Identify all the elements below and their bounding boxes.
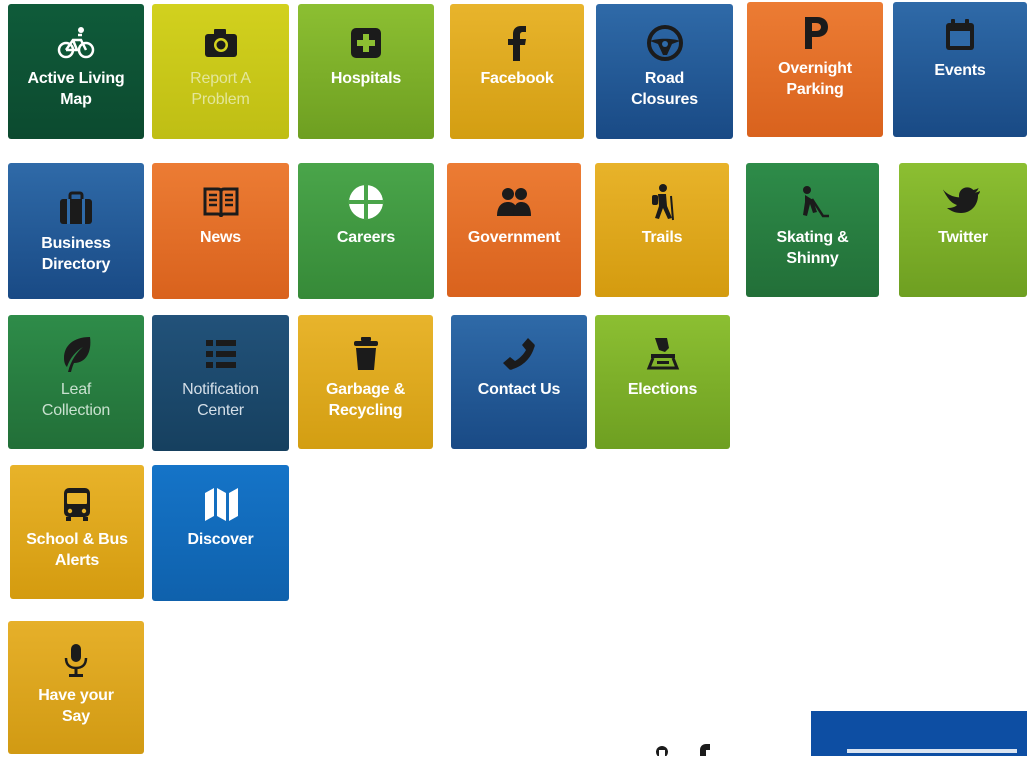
- tile-have-your-say[interactable]: Have your Say: [8, 621, 144, 754]
- tile-news[interactable]: News: [152, 163, 289, 299]
- garbage-can-icon: [343, 333, 389, 375]
- facebook-icon: [494, 22, 540, 64]
- tile-label: Notification Center: [182, 381, 259, 419]
- tile-garbage-recycling[interactable]: Garbage & Recycling: [298, 315, 433, 449]
- tile-label: Active Living Map: [27, 70, 125, 108]
- tile-leaf-collection[interactable]: Leaf Collection: [8, 315, 144, 449]
- tile-label: School & Bus Alerts: [26, 531, 128, 569]
- tile-events[interactable]: Events: [893, 2, 1027, 137]
- tile-elections[interactable]: Elections: [595, 315, 730, 449]
- tile-discover[interactable]: Discover: [152, 465, 289, 601]
- tile-twitter[interactable]: Twitter: [899, 163, 1027, 297]
- newspaper-icon: [198, 181, 244, 223]
- tile-trails[interactable]: Trails: [595, 163, 729, 297]
- footer-logo-block: [811, 711, 1027, 756]
- steering-wheel-icon: [642, 22, 688, 64]
- tile-label: Skating & Shinny: [776, 229, 849, 267]
- tile-school-bus-alerts[interactable]: School & Bus Alerts: [10, 465, 144, 599]
- map-icon: [198, 483, 244, 525]
- target-icon: [343, 181, 389, 223]
- briefcase-icon: [53, 187, 99, 229]
- calendar-icon: [937, 14, 983, 56]
- twitter-bird-icon: [940, 181, 986, 223]
- list-icon: [198, 333, 244, 375]
- tile-hospitals[interactable]: Hospitals: [298, 4, 434, 139]
- tile-label: Garbage & Recycling: [325, 381, 406, 419]
- tile-skating-shinny[interactable]: Skating & Shinny: [746, 163, 879, 297]
- tile-label: Overnight Parking: [778, 60, 852, 98]
- tile-label: Twitter: [938, 229, 988, 246]
- tile-label: Report A Problem: [190, 70, 251, 108]
- tile-contact-us[interactable]: Contact Us: [451, 315, 587, 449]
- tile-label: Discover: [187, 531, 254, 548]
- ballot-box-icon: [640, 333, 686, 375]
- tile-business-directory[interactable]: Business Directory: [8, 163, 144, 299]
- tile-label: Events: [934, 62, 986, 79]
- tile-label: Hospitals: [330, 70, 402, 87]
- tile-label: Leaf Collection: [41, 381, 111, 419]
- tile-notification-center[interactable]: Notification Center: [152, 315, 289, 451]
- partial-footer-icons: [648, 742, 720, 758]
- microphone-icon: [53, 639, 99, 681]
- leaf-icon: [53, 333, 99, 375]
- tile-label: Careers: [336, 229, 396, 246]
- parking-icon: [792, 12, 838, 54]
- tile-label: Road Closures: [631, 70, 698, 108]
- hiker-icon: [639, 181, 685, 223]
- tile-government[interactable]: Government: [447, 163, 581, 297]
- hockey-player-icon: [790, 181, 836, 223]
- tile-label: Government: [467, 229, 561, 246]
- tile-road-closures[interactable]: Road Closures: [596, 4, 733, 139]
- tile-facebook[interactable]: Facebook: [450, 4, 584, 139]
- camera-icon: [198, 22, 244, 64]
- tile-label: Facebook: [480, 70, 554, 87]
- tile-label: Elections: [627, 381, 698, 398]
- bus-icon: [54, 483, 100, 525]
- tile-active-living-map[interactable]: Active Living Map: [8, 4, 144, 139]
- phone-icon: [496, 333, 542, 375]
- first-aid-icon: [343, 22, 389, 64]
- people-icon: [491, 181, 537, 223]
- tile-label: Have your Say: [38, 687, 114, 725]
- tile-label: Business Directory: [41, 235, 111, 273]
- tile-label: Trails: [641, 229, 683, 246]
- tile-label: News: [200, 229, 241, 246]
- footer-logo-stripe: [847, 749, 1017, 753]
- tile-label: Contact Us: [477, 381, 561, 398]
- bicycle-icon: [53, 22, 99, 64]
- tile-careers[interactable]: Careers: [298, 163, 434, 299]
- tile-overnight-parking[interactable]: Overnight Parking: [747, 2, 883, 137]
- tile-report-a-problem[interactable]: Report A Problem: [152, 4, 289, 139]
